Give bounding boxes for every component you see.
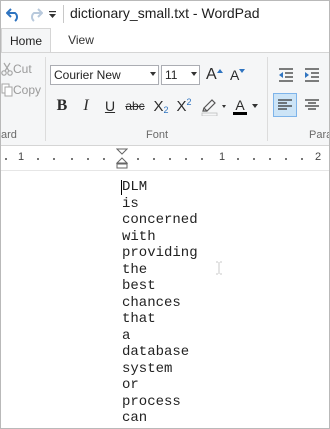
ruler-number: 1 — [219, 151, 226, 163]
clipboard-group-label: ard — [1, 129, 17, 141]
ruler-tick — [253, 158, 255, 160]
redo-icon[interactable] — [25, 4, 45, 24]
ruler-number: 1 — [18, 151, 25, 163]
ruler-tick — [301, 158, 303, 160]
align-center-icon — [305, 99, 319, 110]
text-line: is — [122, 195, 139, 212]
scissors-icon — [1, 62, 13, 76]
font-color-icon: A — [233, 96, 247, 115]
group-separator — [267, 57, 268, 141]
cut-button[interactable]: Cut — [1, 60, 32, 78]
copy-button[interactable]: Copy — [1, 81, 41, 99]
group-separator — [45, 57, 46, 141]
ruler-tick — [137, 158, 139, 160]
wordpad-window: dictionary_small.txt - WordPad Home View… — [0, 0, 330, 429]
text-line: with — [122, 228, 156, 245]
text-line: can — [122, 410, 148, 426]
ruler-tick — [185, 158, 187, 160]
text-line: providing — [122, 245, 198, 261]
title-separator — [63, 5, 64, 23]
chevron-down-icon — [150, 72, 156, 76]
subscript-button[interactable]: X2 — [151, 95, 171, 117]
triangle-up-icon — [216, 69, 223, 73]
ruler[interactable]: 1 1 2 — [1, 146, 329, 171]
text-line: that — [122, 311, 156, 327]
chevron-down-icon — [191, 72, 197, 76]
italic-button[interactable]: I — [77, 95, 95, 117]
tab-home[interactable]: Home — [1, 28, 51, 52]
indent-marker-icon[interactable] — [116, 148, 128, 170]
subscript-mark: 2 — [163, 105, 169, 115]
ruler-tick — [201, 158, 203, 160]
align-center-button[interactable] — [301, 93, 323, 117]
superscript-button[interactable]: X2 — [174, 95, 194, 117]
text-line: system — [122, 360, 173, 377]
grow-font-button[interactable]: A — [206, 65, 223, 85]
text-line: the — [122, 261, 148, 278]
text-line: database — [122, 344, 190, 360]
ruler-tick — [103, 158, 105, 160]
ruler-tick — [71, 158, 73, 160]
ruler-tick — [37, 158, 39, 160]
chevron-down-icon[interactable] — [46, 4, 58, 24]
ruler-tick — [53, 158, 55, 160]
text-line: DLM — [122, 179, 148, 195]
chevron-down-icon — [251, 104, 258, 108]
bold-button[interactable]: B — [53, 95, 71, 117]
font-group-label: Font — [146, 129, 169, 141]
ruler-tick — [237, 158, 239, 160]
align-left-button[interactable] — [273, 93, 297, 117]
ruler-tick — [269, 158, 271, 160]
ruler-tick — [5, 158, 7, 160]
increase-indent-icon — [305, 68, 319, 82]
ibeam-cursor-icon — [216, 261, 222, 275]
superscript-base: X — [176, 97, 187, 115]
subscript-base: X — [153, 97, 164, 115]
font-color-button[interactable]: A — [231, 95, 261, 117]
ruler-tick — [153, 158, 155, 160]
shrink-font-button[interactable]: A — [230, 65, 246, 85]
text-line: or — [122, 377, 139, 393]
ruler-tick — [169, 158, 171, 160]
cut-label: Cut — [13, 62, 32, 76]
undo-icon[interactable] — [3, 4, 25, 24]
font-size-value: 11 — [165, 68, 178, 82]
decrease-indent-button[interactable] — [275, 65, 297, 85]
text-line: process — [122, 393, 181, 410]
grow-font-icon: A — [206, 66, 217, 83]
text-caret — [121, 180, 122, 195]
font-family-select[interactable]: Courier New — [50, 65, 159, 85]
ruler-number: 2 — [315, 151, 322, 163]
text-line: chances — [122, 294, 181, 311]
window-title: dictionary_small.txt - WordPad — [70, 5, 260, 21]
strikethrough-button[interactable]: abc — [123, 95, 147, 117]
document-text: DLM is concerned with providing the best… — [122, 179, 198, 427]
highlighter-icon — [201, 99, 226, 116]
align-left-icon — [278, 99, 292, 110]
title-bar: dictionary_small.txt - WordPad — [1, 1, 329, 28]
ribbon-tabs: Home View — [1, 28, 329, 52]
text-line: a — [122, 327, 131, 344]
paragraph-group-label: Para — [309, 129, 330, 141]
copy-icon — [1, 83, 13, 97]
font-size-select[interactable]: 11 — [161, 65, 200, 85]
highlight-color-button[interactable] — [199, 95, 229, 117]
ruler-tick — [87, 158, 89, 160]
ruler-tick — [285, 158, 287, 160]
font-family-value: Courier New — [54, 68, 121, 82]
copy-label: Copy — [13, 83, 42, 97]
document-area[interactable]: DLM is concerned with providing the best… — [1, 171, 329, 428]
text-line: concerned — [122, 212, 198, 228]
increase-indent-button[interactable] — [301, 65, 323, 85]
shrink-font-icon: A — [230, 67, 240, 83]
text-line: best — [122, 278, 156, 294]
tab-view[interactable]: View — [59, 28, 103, 52]
ribbon: Cut Copy ard Courier New 11 A A B I U ab… — [1, 52, 329, 146]
superscript-mark: 2 — [186, 97, 192, 107]
underline-button[interactable]: U — [101, 95, 119, 117]
decrease-indent-icon — [279, 68, 293, 82]
triangle-down-icon — [239, 69, 246, 73]
